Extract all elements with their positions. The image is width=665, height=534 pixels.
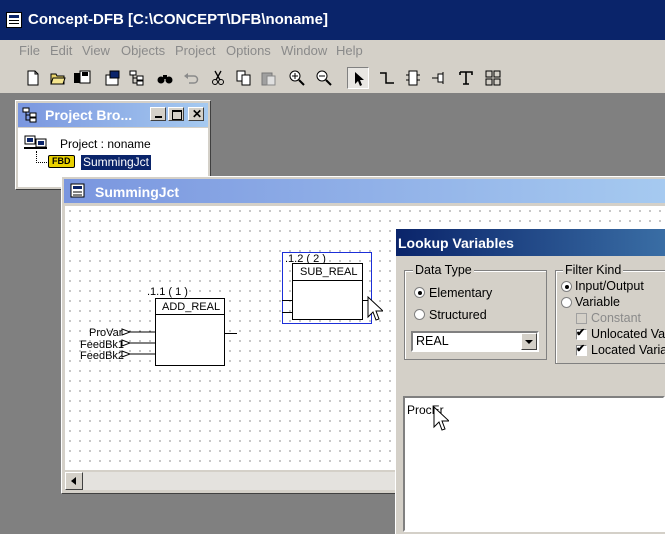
ffb-icon[interactable] — [402, 67, 424, 89]
checkmark-icon: ✔ — [576, 343, 586, 355]
label-located[interactable]: Located Varia — [591, 343, 665, 357]
zoom-out-icon[interactable] — [313, 67, 335, 89]
undo-icon[interactable] — [180, 67, 202, 89]
radio-structured[interactable] — [414, 309, 425, 320]
open-folder-icon[interactable] — [47, 67, 69, 89]
checkbox-unlocated[interactable]: ✔ — [576, 327, 587, 340]
structure-tree-icon[interactable] — [126, 67, 148, 89]
block-id-add-real: .1.1 ( 1 ) — [147, 286, 188, 298]
horizontal-scrollbar[interactable] — [65, 472, 405, 490]
project-browser-icon — [22, 107, 38, 123]
copy-icon[interactable] — [233, 67, 255, 89]
label-elementary[interactable]: Elementary — [429, 286, 492, 300]
menu-objects[interactable]: Objects — [121, 43, 165, 58]
block-title-divider — [155, 314, 225, 315]
radio-variable[interactable] — [561, 297, 572, 308]
checkmark-icon: ✔ — [576, 327, 586, 339]
save-icon[interactable] — [70, 67, 92, 89]
cut-icon[interactable] — [207, 67, 229, 89]
project-root-icon — [24, 135, 48, 151]
project-root-label[interactable]: Project : noname — [60, 137, 151, 151]
grid-icon[interactable] — [482, 67, 504, 89]
select-pointer-icon[interactable] — [347, 67, 369, 89]
filter-kind-label: Filter Kind — [563, 263, 624, 277]
radio-input-output[interactable] — [561, 281, 572, 292]
menu-window[interactable]: Window — [281, 43, 327, 58]
label-constant: Constant — [591, 311, 642, 325]
input-feedbk2[interactable]: FeedBk2 — [80, 350, 124, 362]
input-provar[interactable]: ProVar — [89, 327, 122, 339]
close-icon: ✕ — [192, 107, 203, 121]
checkbox-located[interactable]: ✔ — [576, 343, 587, 356]
arrow-left-icon — [71, 477, 76, 485]
close-button[interactable]: ✕ — [188, 107, 204, 121]
label-variable[interactable]: Variable — [575, 295, 620, 309]
find-icon[interactable] — [154, 67, 176, 89]
checkbox-constant[interactable] — [576, 313, 587, 324]
text-icon[interactable] — [455, 67, 477, 89]
block-title-divider — [292, 280, 363, 281]
data-type-combo-value: REAL — [416, 334, 449, 348]
chevron-down-icon — [525, 340, 533, 344]
menu-project[interactable]: Project — [175, 43, 215, 58]
maximize-button[interactable] — [168, 107, 184, 121]
input-connectors — [121, 328, 156, 358]
input-pin-sub-real — [282, 300, 292, 301]
project-browser-title: Project Bro... — [45, 107, 133, 123]
zoom-in-icon[interactable] — [286, 67, 308, 89]
app-title-bar: Concept-DFB [C:\CONCEPT\DFB\noname] — [0, 0, 665, 40]
scroll-left-button[interactable] — [65, 472, 83, 490]
menu-edit[interactable]: Edit — [50, 43, 72, 58]
radio-elementary[interactable] — [414, 287, 425, 298]
mouse-cursor-icon — [367, 296, 383, 321]
menu-help[interactable]: Help — [336, 43, 363, 58]
menu-file[interactable]: File — [19, 43, 40, 58]
label-unlocated[interactable]: Unlocated Vari — [591, 327, 665, 341]
paste-icon[interactable] — [258, 67, 280, 89]
mouse-cursor-icon — [433, 406, 449, 431]
fbd-window-icon — [70, 183, 86, 199]
menu-view[interactable]: View — [82, 43, 110, 58]
app-title: Concept-DFB [C:\CONCEPT\DFB\noname] — [28, 11, 328, 28]
link-icon[interactable] — [376, 67, 398, 89]
label-structured[interactable]: Structured — [429, 308, 487, 322]
input-pin-sub-real — [282, 312, 292, 313]
minimize-button[interactable] — [150, 107, 166, 121]
fbd-tag: FBD — [48, 155, 75, 168]
output-pin-add-real — [225, 333, 237, 334]
menu-options[interactable]: Options — [226, 43, 271, 58]
data-type-label: Data Type — [413, 263, 474, 277]
new-file-icon[interactable] — [22, 67, 44, 89]
label-input-output[interactable]: Input/Output — [575, 279, 644, 293]
properties-icon[interactable] — [102, 67, 124, 89]
tree-item-summingjct[interactable]: SummingJct — [81, 155, 152, 170]
combo-dropdown-button[interactable] — [521, 333, 537, 350]
editor-title: SummingJct — [95, 184, 180, 200]
variable-icon[interactable] — [428, 67, 450, 89]
block-name-add-real: ADD_REAL — [162, 301, 221, 313]
lookup-title: Lookup Variables — [398, 235, 514, 251]
app-window-icon[interactable] — [6, 12, 22, 28]
block-name-sub-real: SUB_REAL — [300, 266, 358, 278]
